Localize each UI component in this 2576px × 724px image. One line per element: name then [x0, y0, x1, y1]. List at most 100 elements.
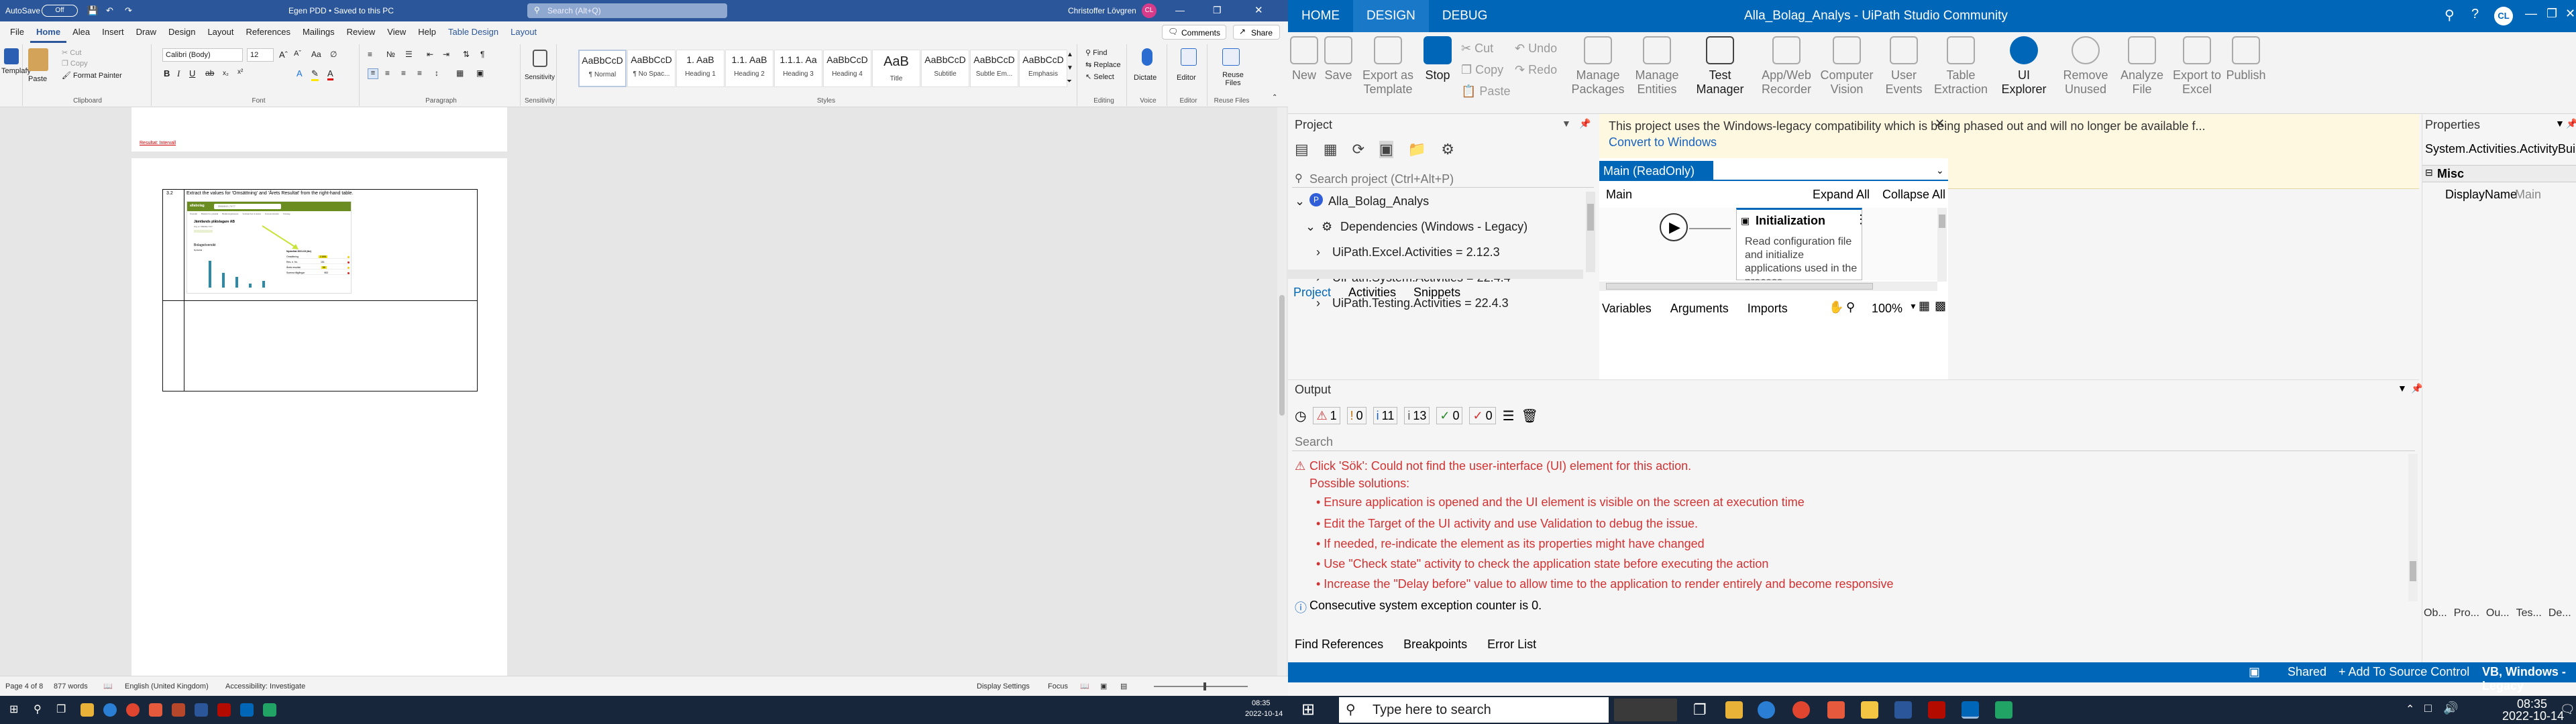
output-tab-1[interactable]: Breakpoints: [1403, 638, 1467, 652]
output-error-line[interactable]: Click 'Sök': Could not find the user-int…: [1309, 459, 1691, 473]
project-tab-2[interactable]: Snippets: [1413, 286, 1460, 300]
project-tree-scrollbar[interactable]: [1586, 192, 1595, 272]
export-template-button[interactable]: Export as Template: [1358, 36, 1418, 109]
text-effects-icon[interactable]: A: [297, 68, 303, 78]
sort-icon[interactable]: ⇅: [463, 50, 470, 59]
reuse-files-label[interactable]: Reuse Files: [1216, 71, 1250, 87]
convert-to-windows-link[interactable]: Convert to Windows: [1609, 135, 1717, 149]
zoom-level[interactable]: 100%: [1872, 302, 1902, 316]
font-size-select[interactable]: 12: [247, 48, 274, 62]
windows-start-icon[interactable]: ⊞: [9, 703, 18, 716]
copy-button[interactable]: ❐ Copy: [62, 59, 88, 68]
replace-button[interactable]: ⇆ Replace: [1085, 60, 1121, 69]
word-tab-12[interactable]: Table Design: [442, 21, 504, 43]
panel-dropdown-icon[interactable]: ▼: [2555, 118, 2565, 129]
designer-tab-1[interactable]: Arguments: [1670, 302, 1729, 316]
uipath-tab-debug[interactable]: DEBUG: [1429, 0, 1501, 32]
designer-breadcrumb[interactable]: Main: [1606, 188, 1632, 202]
print-layout-icon[interactable]: ▣: [1100, 682, 1107, 690]
style-item[interactable]: AaBbCcD Heading 4: [823, 50, 871, 87]
start-node[interactable]: ▶: [1660, 213, 1688, 241]
export-excel-button[interactable]: Export to Excel: [2172, 36, 2222, 109]
designer-tab-0[interactable]: Variables: [1602, 302, 1652, 316]
word-tab-7[interactable]: References: [239, 21, 296, 43]
line-spacing-icon[interactable]: ↕: [435, 68, 439, 78]
close-icon[interactable]: ✕: [2565, 7, 2575, 21]
excel-icon[interactable]: [1995, 701, 2012, 719]
collapse-ribbon-icon[interactable]: ⌃: [1272, 94, 1277, 101]
shrink-font-icon[interactable]: Aˇ: [294, 50, 301, 58]
accessibility-status[interactable]: Accessibility: Investigate: [225, 682, 305, 690]
manage-packages-button[interactable]: Manage Packages: [1570, 36, 1626, 109]
test-manager-button[interactable]: Test Manager: [1690, 36, 1750, 109]
pin-icon[interactable]: 📌: [1579, 118, 1591, 129]
paste-icon[interactable]: [28, 48, 48, 71]
pan-hand-icon[interactable]: ✋: [1829, 300, 1843, 314]
word-tab-3[interactable]: Insert: [96, 21, 130, 43]
sensitivity-icon[interactable]: [533, 50, 547, 67]
underline-icon[interactable]: U: [189, 68, 195, 78]
document-scrollbar[interactable]: [1277, 107, 1287, 676]
header-links[interactable]: Resultat: Intervall: [140, 141, 176, 145]
style-item[interactable]: AaBbCcD ¶ No Spac...: [627, 50, 676, 87]
display-settings[interactable]: Display Settings: [977, 682, 1030, 690]
output-tab-2[interactable]: Error List: [1487, 638, 1536, 652]
zoom-slider-thumb[interactable]: [1203, 682, 1206, 690]
word-tab-11[interactable]: Help: [412, 21, 442, 43]
word-tab-0[interactable]: File: [4, 21, 30, 43]
uipath-icon[interactable]: [240, 703, 254, 717]
scrollbar-thumb[interactable]: [1279, 295, 1285, 416]
collapse-icon[interactable]: ▦: [1324, 141, 1338, 158]
output-solution-line[interactable]: • If needed, re-indicate the element as …: [1316, 537, 1705, 551]
word-tab-8[interactable]: Mailings: [297, 21, 341, 43]
tree-collapse-chevron-icon[interactable]: ›: [1316, 245, 1320, 259]
panel-dropdown-icon[interactable]: ▼: [2398, 383, 2407, 394]
uipath-icon[interactable]: [1962, 701, 1979, 719]
superscript-icon[interactable]: x²: [237, 68, 243, 76]
word-icon[interactable]: [195, 703, 208, 717]
properties-tab-3[interactable]: Tes...: [2516, 607, 2542, 619]
zoom-search-icon[interactable]: ⚲: [1846, 300, 1855, 314]
taskbar-search-box[interactable]: ⚲ Type here to search: [1339, 697, 1609, 723]
project-root-node[interactable]: Alla_Bolag_Analys: [1328, 194, 1429, 208]
settings-gear-icon[interactable]: ⚙: [1441, 141, 1454, 158]
task-view-icon[interactable]: ❐: [56, 703, 66, 716]
stop-button[interactable]: Stop: [1421, 36, 1454, 109]
project-search-box[interactable]: ⚲ Search project (Ctrl+Alt+P): [1292, 169, 1594, 188]
paste-button[interactable]: 📋 Paste: [1461, 80, 1510, 102]
undo-button[interactable]: ↶ Undo: [1515, 38, 1557, 59]
read-mode-icon[interactable]: 📖: [1080, 682, 1089, 690]
acrobat-icon[interactable]: [217, 703, 231, 717]
project-tab-0[interactable]: Project: [1293, 286, 1331, 300]
subscript-icon[interactable]: x₂: [223, 70, 229, 77]
designer-horizontal-scrollbar[interactable]: [1599, 282, 1937, 291]
show-all-files-icon[interactable]: ▣: [1379, 141, 1393, 158]
pin-icon[interactable]: 📌: [2566, 118, 2576, 129]
align-left-icon[interactable]: ≡: [368, 68, 378, 79]
page-count[interactable]: Page 4 of 8: [5, 682, 43, 690]
clock-icon[interactable]: ◷: [1295, 408, 1306, 424]
word-tab-4[interactable]: Draw: [130, 21, 162, 43]
zoom-slider[interactable]: [1154, 686, 1248, 687]
italic-icon[interactable]: I: [177, 68, 180, 79]
help-icon[interactable]: ?: [2471, 7, 2479, 22]
tree-expand-chevron-icon[interactable]: ⌄: [1295, 194, 1305, 208]
close-icon[interactable]: ✕: [1254, 4, 1263, 16]
word-tab-5[interactable]: Design: [162, 21, 201, 43]
project-horizontal-scrollbar[interactable]: [1288, 269, 1583, 279]
refresh-icon[interactable]: ⟳: [1352, 141, 1364, 158]
pin-icon[interactable]: 📌: [2411, 383, 2422, 394]
clear-format-icon[interactable]: ∅: [330, 50, 337, 59]
reuse-files-icon[interactable]: [1222, 48, 1240, 66]
style-item[interactable]: 1.1.1. Aa Heading 3: [774, 50, 822, 87]
minimize-icon[interactable]: —: [2525, 7, 2537, 21]
output-filter-info[interactable]: i 11: [1373, 407, 1398, 424]
network-icon[interactable]: □: [2424, 701, 2432, 715]
pilcrow-icon[interactable]: ¶: [480, 50, 484, 59]
style-item[interactable]: 1. AaB Heading 1: [676, 50, 724, 87]
align-right-icon[interactable]: ≡: [401, 68, 406, 78]
shading-icon[interactable]: ▦: [456, 68, 464, 78]
user-avatar[interactable]: CL: [1142, 3, 1157, 18]
restore-icon[interactable]: ❐: [1213, 5, 1222, 16]
copy-button[interactable]: ❐ Copy: [1461, 59, 1510, 80]
